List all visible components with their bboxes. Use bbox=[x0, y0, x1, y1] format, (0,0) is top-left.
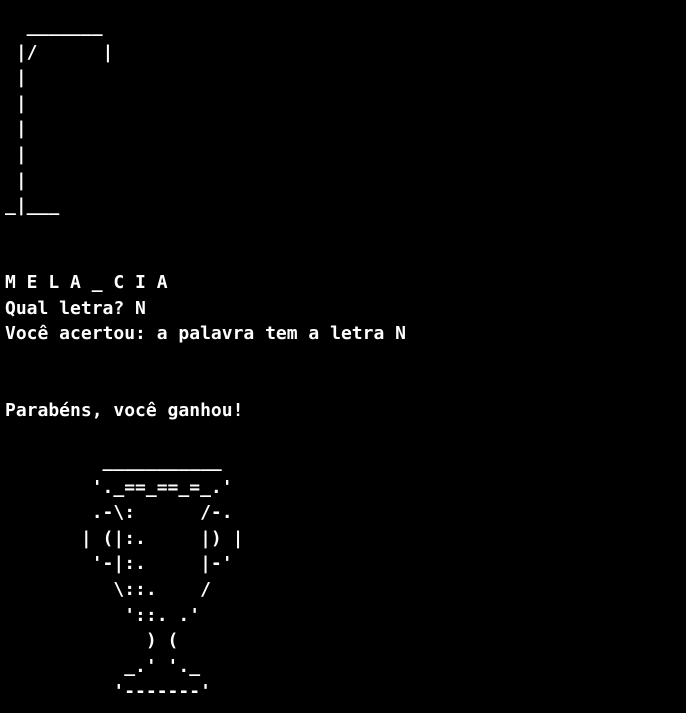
trophy-art: ___________ '._==_==_=_.' .-\: /-. | (|:… bbox=[5, 449, 686, 705]
trophy-line: '-|:. |-' bbox=[5, 553, 233, 575]
win-message: Parabéns, você ganhou! bbox=[5, 399, 244, 421]
gallows-art: _______ |/ | | | | | | _|___ bbox=[5, 14, 686, 219]
gallows-line: |/ | bbox=[5, 41, 114, 63]
trophy-line: | (|:. |) | bbox=[5, 527, 244, 549]
gallows-line: | bbox=[5, 169, 27, 191]
trophy-line: ___________ bbox=[5, 451, 222, 473]
trophy-line: '::. .' bbox=[5, 604, 201, 626]
gallows-line: _|___ bbox=[5, 195, 60, 217]
terminal-window[interactable]: _______ |/ | | | | | | _|___ M E L A _ C… bbox=[0, 0, 686, 713]
gallows-line: | bbox=[5, 118, 27, 140]
trophy-line: '-------' bbox=[5, 681, 211, 703]
trophy-line: ) ( bbox=[5, 630, 179, 652]
trophy-line: .-\: /-. bbox=[5, 502, 233, 524]
trophy-line: '._==_==_=_.' bbox=[5, 476, 233, 498]
trophy-line: \::. / bbox=[5, 579, 211, 601]
gallows-line: | bbox=[5, 67, 27, 89]
gallows-line: _______ bbox=[5, 16, 103, 37]
gallows-line: | bbox=[5, 143, 27, 165]
guess-feedback: Você acertou: a palavra tem a letra N bbox=[5, 323, 406, 345]
guess-prompt: Qual letra? N bbox=[5, 297, 146, 319]
word-progress: M E L A _ C I A bbox=[5, 271, 168, 293]
trophy-line: _.' '._ bbox=[5, 655, 201, 677]
gallows-line: | bbox=[5, 92, 27, 114]
